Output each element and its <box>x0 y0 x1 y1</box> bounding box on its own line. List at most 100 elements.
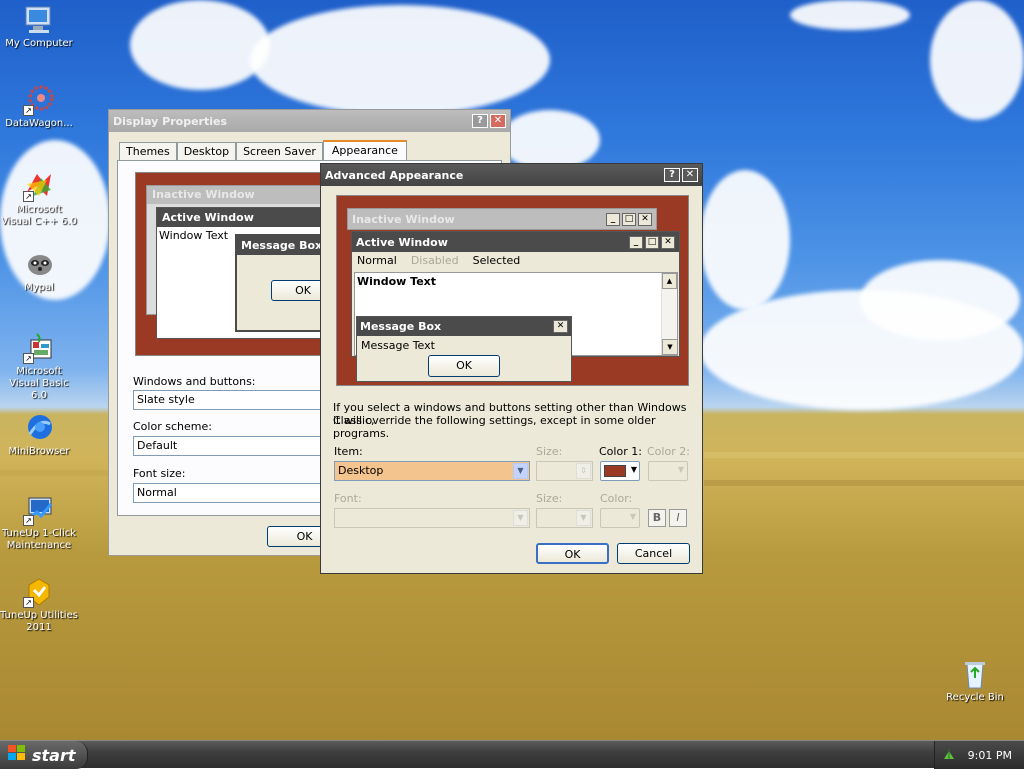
tab-strip: Themes Desktop Screen Saver Appearance <box>119 140 407 161</box>
desktop-icon-label: TuneUp 1-Click Maintenance <box>1 528 77 551</box>
cloud <box>500 110 600 170</box>
font-size-select[interactable]: Normal <box>133 483 333 503</box>
desktop-icon-label: Recycle Bin <box>946 692 1004 703</box>
chevron-down-icon: ▼ <box>677 465 684 474</box>
tab-screen-saver[interactable]: Screen Saver <box>236 142 323 161</box>
cloud <box>930 0 1024 120</box>
color2-label: Color 2: <box>647 445 690 458</box>
advanced-appearance-titlebar[interactable]: Advanced Appearance ? ✕ <box>321 164 702 186</box>
help-button[interactable]: ? <box>664 168 680 182</box>
font-label: Font: <box>334 492 362 505</box>
display-properties-titlebar[interactable]: Display Properties ? ✕ <box>109 110 510 132</box>
color2-button: ▼ <box>648 461 688 481</box>
visual-basic-icon: ↗ <box>23 332 55 364</box>
info-text-line2: it will override the following settings,… <box>333 414 656 440</box>
field-band <box>704 480 1024 486</box>
desktop-icon-label: MiniBrowser <box>8 446 70 457</box>
windows-buttons-value: Slate style <box>137 393 195 406</box>
tuneup-utilities-icon: ↗ <box>23 576 55 608</box>
chevron-down-icon[interactable]: ▼ <box>513 463 528 479</box>
maximize-icon: □ <box>622 212 636 226</box>
desktop-icon-label: Microsoft Visual Basic 6.0 <box>9 366 69 401</box>
close-icon: ✕ <box>661 235 675 249</box>
preview-active-title: Active Window <box>157 208 335 227</box>
desktop-icon-tuneup-utilities[interactable]: ↗ TuneUp Utilities 2011 <box>0 576 78 634</box>
advanced-appearance-window: Advanced Appearance ? ✕ Inactive Window … <box>320 163 703 574</box>
system-tray: 9:01 PM <box>934 741 1024 769</box>
desktop-icon-datawagon[interactable]: ↗ DataWagon... <box>0 84 78 130</box>
taskbar: start 9:01 PM <box>0 740 1024 769</box>
shortcut-arrow-icon: ↗ <box>23 515 34 526</box>
shortcut-arrow-icon: ↗ <box>23 191 34 202</box>
close-button[interactable]: ✕ <box>682 168 698 182</box>
clock[interactable]: 9:01 PM <box>968 749 1012 762</box>
desktop-icon-mypal[interactable]: Mypal <box>0 248 78 294</box>
network-icon[interactable] <box>942 747 956 764</box>
chevron-down-icon: ▼ <box>513 510 528 526</box>
tab-desktop[interactable]: Desktop <box>176 142 237 161</box>
desktop-icon-minibrowser[interactable]: MiniBrowser <box>0 412 78 458</box>
desktop-icon-label: Mypal <box>24 282 54 293</box>
menu-disabled: Disabled <box>410 254 459 267</box>
datawagon-icon: ↗ <box>23 84 55 116</box>
cloud <box>860 260 1020 340</box>
cloud <box>250 5 550 115</box>
field-band <box>704 452 1024 458</box>
maximize-icon: □ <box>645 235 659 249</box>
cloud <box>790 0 910 30</box>
cloud <box>700 170 790 310</box>
desktop-icon-recycle-bin[interactable]: Recycle Bin <box>936 658 1014 704</box>
color1-button[interactable]: ▼ <box>600 461 640 481</box>
advanced-ok-button[interactable]: OK <box>536 543 609 564</box>
adv-preview-ok-button: OK <box>428 355 500 377</box>
start-label: start <box>32 745 76 765</box>
size-label: Size: <box>536 445 563 458</box>
adv-preview-active-titlebar: Active Window _ □ ✕ <box>352 232 679 252</box>
adv-preview-active-title: Active Window <box>356 235 448 249</box>
size-stepper: ⇕ <box>536 461 593 481</box>
tab-themes[interactable]: Themes <box>119 142 177 161</box>
raccoon-icon <box>23 248 55 280</box>
desktop-icon-visual-cpp[interactable]: ↗ Microsoft Visual C++ 6.0 <box>0 170 78 228</box>
font-size-label: Size: <box>536 492 563 505</box>
window-title: Display Properties <box>113 114 228 128</box>
close-icon: ✕ <box>638 212 652 226</box>
chevron-down-icon: ▼ <box>629 512 636 521</box>
color-scheme-select[interactable]: Default <box>133 436 333 456</box>
adv-preview-msgbox-text: Message Text <box>361 339 435 352</box>
advanced-preview: Inactive Window _ □ ✕ Active Window _ □ … <box>336 195 689 386</box>
item-select[interactable]: Desktop ▼ <box>334 461 530 481</box>
color1-swatch <box>604 465 626 477</box>
font-select: ▼ <box>334 508 530 528</box>
close-button[interactable]: ✕ <box>490 114 506 128</box>
scroll-down-icon: ▼ <box>662 339 678 355</box>
tuneup-maintenance-icon: ↗ <box>23 494 55 526</box>
adv-preview-window-text: Window Text <box>357 275 437 288</box>
computer-icon <box>23 4 55 36</box>
bold-button: B <box>648 509 666 527</box>
advanced-cancel-button[interactable]: Cancel <box>617 543 690 564</box>
browser-icon <box>23 412 55 444</box>
desktop-icon-label: TuneUp Utilities 2011 <box>0 610 78 633</box>
minimize-icon: _ <box>629 235 643 249</box>
windows-buttons-label: Windows and buttons: <box>133 375 256 388</box>
item-label: Item: <box>334 445 363 458</box>
windows-buttons-select[interactable]: Slate style <box>133 390 333 410</box>
adv-preview-scrollbar: ▲ ▼ <box>661 273 678 355</box>
color1-label: Color 1: <box>599 445 642 458</box>
item-value: Desktop <box>338 464 384 477</box>
desktop-icon-my-computer[interactable]: My Computer <box>0 4 78 50</box>
adv-preview-inactive-title: Inactive Window <box>352 212 455 226</box>
preview-inactive-title: Inactive Window <box>147 186 335 204</box>
color-scheme-label: Color scheme: <box>133 420 212 433</box>
tab-appearance[interactable]: Appearance <box>322 140 407 161</box>
recycle-bin-icon <box>959 658 991 690</box>
desktop-icon-visual-basic[interactable]: ↗ Microsoft Visual Basic 6.0 <box>0 332 78 402</box>
adv-preview-menubar: Normal Disabled Selected <box>352 252 679 270</box>
close-icon: ✕ <box>553 320 568 333</box>
adv-preview-inactive-titlebar: Inactive Window _ □ ✕ <box>348 209 656 229</box>
desktop-icon-tuneup-1click[interactable]: ↗ TuneUp 1-Click Maintenance <box>0 494 78 552</box>
help-button[interactable]: ? <box>472 114 488 128</box>
start-button[interactable]: start <box>0 741 88 769</box>
desktop-icon-label: My Computer <box>5 38 73 49</box>
